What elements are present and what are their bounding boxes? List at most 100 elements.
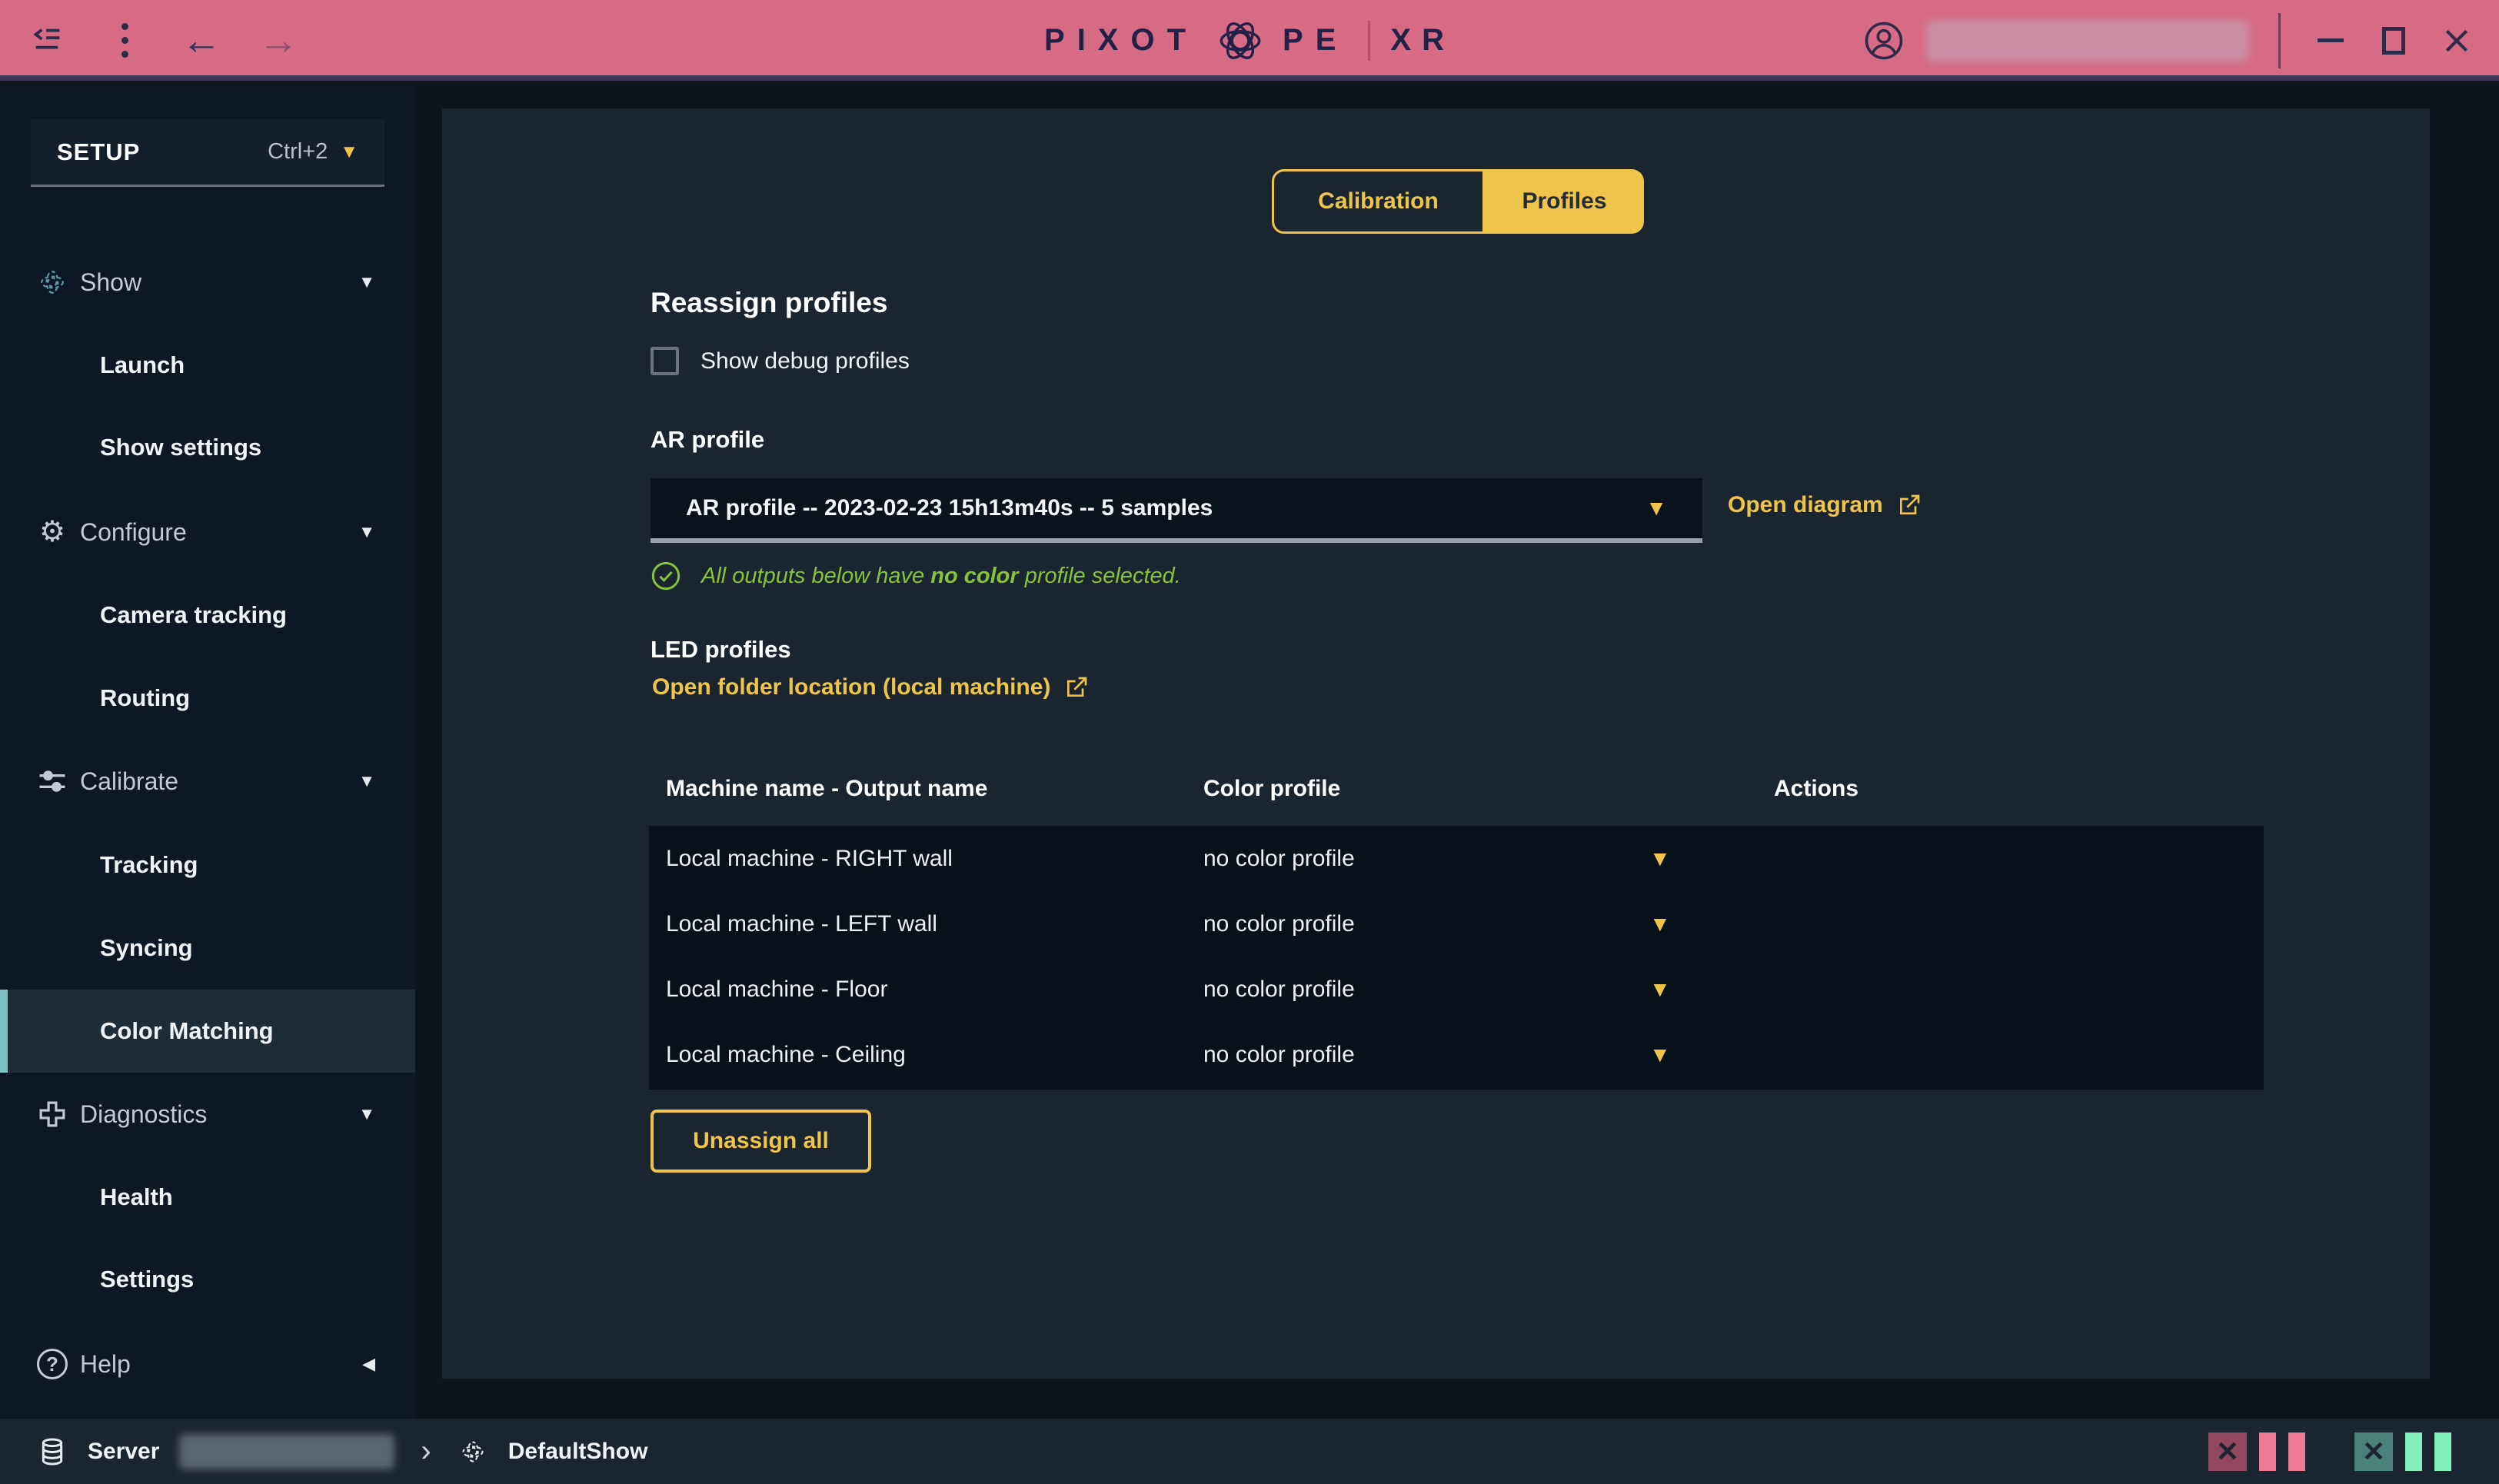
- logo-text-right: PE: [1283, 23, 1348, 58]
- sidebar-item-tracking[interactable]: Tracking: [0, 824, 415, 907]
- sidebar-item-show[interactable]: Show ▼: [0, 241, 415, 324]
- green-level-bar: [2405, 1432, 2422, 1471]
- machine-output-name: Local machine - RIGHT wall: [666, 846, 953, 872]
- color-profile-value: no color profile: [1203, 1042, 1355, 1068]
- open-folder-location-label: Open folder location (local machine): [652, 674, 1050, 700]
- statusbar: Server › DefaultShow ✕ ✕: [0, 1419, 2499, 1484]
- sidebar-item-show-settings[interactable]: Show settings: [0, 406, 415, 489]
- chevron-down-icon: ▼: [358, 522, 375, 542]
- sidebar-item-configure[interactable]: ⚙ Configure ▼: [0, 491, 415, 574]
- sidebar-item-help[interactable]: ? Help ◀: [0, 1323, 415, 1406]
- open-folder-location-link[interactable]: Open folder location (local machine): [652, 674, 1089, 700]
- color-profile-dropdown-arrow[interactable]: ▼: [1649, 912, 1671, 937]
- setup-dropdown-icon: ▼: [340, 141, 358, 163]
- sidebar-item-label: Show settings: [100, 434, 261, 461]
- sidebar-item-calibrate[interactable]: Calibrate ▼: [0, 740, 415, 823]
- open-diagram-link[interactable]: Open diagram: [1728, 492, 1922, 518]
- tab-profiles[interactable]: Profiles: [1485, 169, 1644, 234]
- account-icon[interactable]: [1863, 20, 1905, 62]
- back-arrow-icon[interactable]: ←: [183, 22, 220, 59]
- status-indicators: ✕ ✕: [2208, 1419, 2451, 1484]
- sidebar-item-health[interactable]: Health: [0, 1156, 415, 1239]
- breadcrumb-chevron-icon: ›: [421, 1434, 431, 1469]
- server-name-redacted[interactable]: [179, 1434, 394, 1469]
- green-stop-indicator[interactable]: ✕: [2354, 1432, 2393, 1471]
- color-profile-value: no color profile: [1203, 977, 1355, 1003]
- ar-profile-select[interactable]: AR profile -- 2023-02-23 15h13m40s -- 5 …: [651, 478, 1702, 543]
- sidebar-item-label: Color Matching: [100, 1017, 274, 1045]
- column-header-color-profile: Color profile: [1203, 776, 1340, 802]
- sliders-icon: [31, 764, 74, 798]
- setup-selector[interactable]: SETUP Ctrl+2 ▼: [31, 119, 384, 187]
- led-profiles-heading: LED profiles: [651, 636, 791, 664]
- status-row: All outputs below have no color profile …: [651, 561, 1181, 591]
- sidebar-item-launch[interactable]: Launch: [0, 324, 415, 407]
- external-link-icon: [1897, 493, 1922, 517]
- setup-shortcut: Ctrl+2: [268, 139, 328, 165]
- color-profile-dropdown-arrow[interactable]: ▼: [1649, 847, 1671, 871]
- server-label: Server: [88, 1439, 159, 1465]
- setup-label: SETUP: [57, 138, 140, 166]
- logo-text-left: PIXOT: [1044, 23, 1198, 58]
- medical-cross-icon: [31, 1098, 74, 1130]
- ar-profile-selected-value: AR profile -- 2023-02-23 15h13m40s -- 5 …: [686, 495, 1213, 521]
- color-profile-dropdown-arrow[interactable]: ▼: [1649, 1043, 1671, 1067]
- status-message: All outputs below have no color profile …: [701, 564, 1181, 589]
- sidebar-item-color-matching[interactable]: Color Matching: [0, 990, 415, 1073]
- sidebar-item-label: Diagnostics: [80, 1100, 207, 1129]
- pixotope-atom-icon: [1212, 12, 1269, 69]
- maximize-button[interactable]: [2373, 18, 2414, 64]
- menu-kebab-icon[interactable]: [106, 22, 143, 59]
- table-row: Local machine - Floor no color profile ▼: [649, 957, 2264, 1022]
- led-profiles-table: Local machine - RIGHT wall no color prof…: [649, 826, 2264, 1090]
- main-panel: Calibration Profiles Reassign profiles S…: [442, 108, 2430, 1379]
- sidebar-item-settings[interactable]: Settings: [0, 1238, 415, 1321]
- sidebar-item-label: Configure: [80, 518, 187, 547]
- sidebar: SETUP Ctrl+2 ▼ Show ▼ Launch Show settin…: [0, 86, 415, 1419]
- external-link-icon: [1064, 675, 1089, 700]
- color-profile-dropdown-arrow[interactable]: ▼: [1649, 977, 1671, 1002]
- collapse-sidebar-icon[interactable]: [29, 22, 66, 59]
- sidebar-item-diagnostics[interactable]: Diagnostics ▼: [0, 1073, 415, 1156]
- sidebar-item-label: Settings: [100, 1266, 194, 1293]
- product-name: XR: [1390, 23, 1455, 58]
- table-row: Local machine - Ceiling no color profile…: [649, 1022, 2264, 1087]
- help-icon: ?: [31, 1349, 74, 1379]
- show-debug-profiles-checkbox[interactable]: [651, 347, 679, 375]
- close-button[interactable]: [2436, 18, 2477, 64]
- tab-group: Calibration Profiles: [1272, 169, 1644, 234]
- sidebar-item-routing[interactable]: Routing: [0, 657, 415, 740]
- sidebar-item-label: Camera tracking: [100, 601, 287, 629]
- show-name[interactable]: DefaultShow: [508, 1439, 648, 1465]
- sidebar-item-label: Syncing: [100, 934, 193, 962]
- forward-arrow-icon: →: [260, 22, 297, 59]
- table-row: Local machine - LEFT wall no color profi…: [649, 891, 2264, 957]
- color-profile-value: no color profile: [1203, 911, 1355, 937]
- chevron-left-icon: ◀: [362, 1354, 375, 1374]
- pixotope-logo: PIXOT PE XR: [1044, 0, 1455, 81]
- green-level-bar: [2434, 1432, 2451, 1471]
- sidebar-item-camera-tracking[interactable]: Camera tracking: [0, 574, 415, 657]
- machine-output-name: Local machine - LEFT wall: [666, 911, 937, 937]
- chevron-down-icon: ▼: [358, 771, 375, 791]
- sidebar-item-label: Help: [80, 1350, 131, 1379]
- chevron-down-icon: ▼: [358, 272, 375, 292]
- gear-icon: ⚙: [31, 517, 74, 547]
- show-debug-profiles-label: Show debug profiles: [700, 348, 910, 374]
- sidebar-item-syncing[interactable]: Syncing: [0, 907, 415, 990]
- red-stop-indicator[interactable]: ✕: [2208, 1432, 2247, 1471]
- chevron-down-icon: ▼: [358, 1104, 375, 1124]
- table-row: Local machine - RIGHT wall no color prof…: [649, 826, 2264, 891]
- minimize-button[interactable]: [2310, 18, 2351, 64]
- check-circle-icon: [651, 561, 681, 591]
- logo-divider: [1368, 21, 1370, 61]
- tab-calibration[interactable]: Calibration: [1272, 169, 1485, 234]
- account-email-redacted[interactable]: [1926, 20, 2249, 62]
- column-header-machine: Machine name - Output name: [666, 776, 987, 802]
- sidebar-item-label: Health: [100, 1183, 173, 1211]
- unassign-all-button[interactable]: Unassign all: [651, 1110, 871, 1173]
- machine-output-name: Local machine - Ceiling: [666, 1042, 906, 1068]
- table-header: Machine name - Output name Color profile…: [649, 776, 2264, 816]
- machine-output-name: Local machine - Floor: [666, 977, 887, 1003]
- open-diagram-label: Open diagram: [1728, 492, 1883, 518]
